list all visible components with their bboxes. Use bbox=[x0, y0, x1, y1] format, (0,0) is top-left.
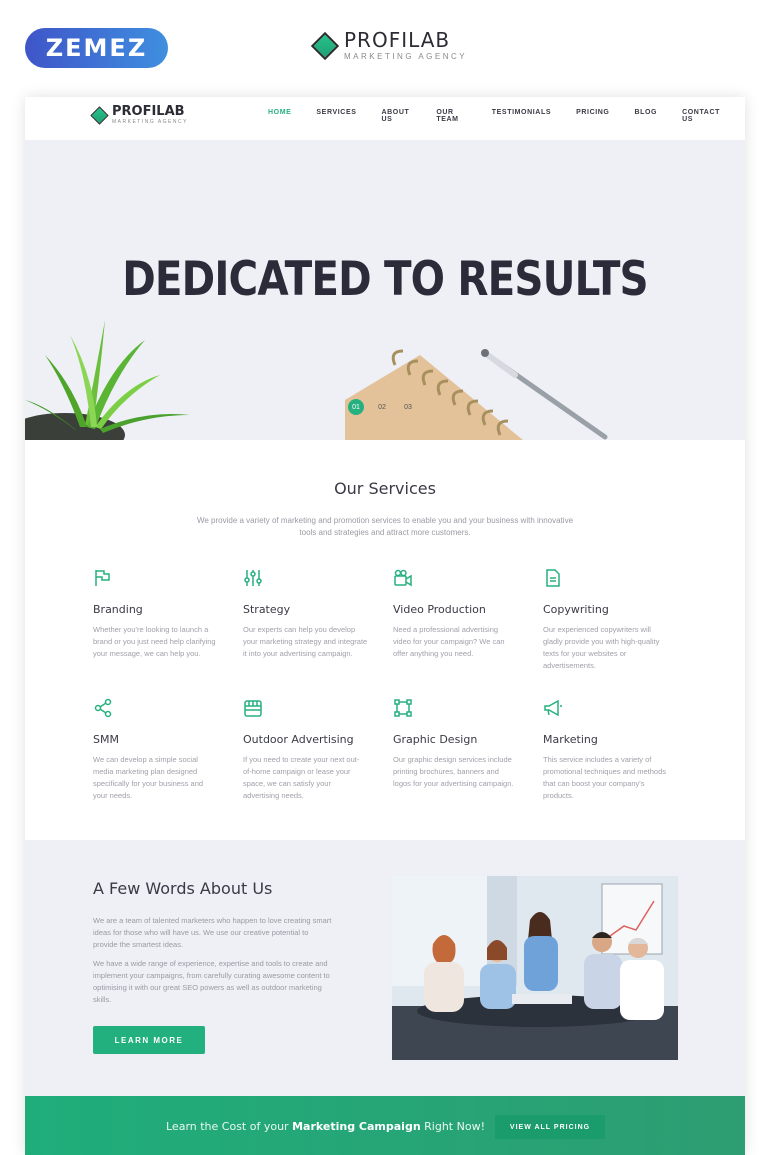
service-title: Video Production bbox=[393, 603, 486, 616]
service-title: Branding bbox=[93, 603, 143, 616]
service-video-production[interactable]: Video Production Need a professional adv… bbox=[393, 568, 518, 660]
nav-item-our-team[interactable]: OUR TEAM bbox=[436, 109, 466, 123]
pricing-cta-banner: Learn the Cost of your Marketing Campaig… bbox=[25, 1096, 745, 1155]
service-text: Our graphic design services include prin… bbox=[393, 755, 514, 788]
slide-dot-01[interactable]: 01 bbox=[348, 399, 364, 415]
video-camera-icon bbox=[394, 569, 412, 587]
site-logo-tagline: MARKETING AGENCY bbox=[112, 119, 188, 125]
nav-item-testimonials[interactable]: TESTIMONIALS bbox=[492, 109, 551, 123]
about-title: A Few Words About Us bbox=[93, 879, 273, 898]
nav-item-services[interactable]: SERVICES bbox=[316, 109, 356, 123]
diamond-logo-icon bbox=[310, 31, 340, 60]
site-logo-name: PROFILAB bbox=[112, 104, 185, 119]
service-outdoor-advertising[interactable]: Outdoor Advertising If you need to creat… bbox=[243, 698, 368, 802]
services-intro: We provide a variety of marketing and pr… bbox=[196, 516, 574, 537]
slide-dot-03[interactable]: 03 bbox=[400, 399, 416, 415]
service-title: Outdoor Advertising bbox=[243, 733, 354, 746]
service-title: SMM bbox=[93, 733, 119, 746]
plant-image bbox=[25, 320, 190, 440]
service-title: Graphic Design bbox=[393, 733, 478, 746]
service-text: Need a professional advertising video fo… bbox=[393, 625, 505, 658]
service-smm[interactable]: SMM We can develop a simple social media… bbox=[93, 698, 218, 802]
service-branding[interactable]: Branding Whether you're looking to launc… bbox=[93, 568, 218, 660]
service-strategy[interactable]: Strategy Our experts can help you develo… bbox=[243, 568, 368, 660]
profilab-brand: PROFILAB MARKETING AGENCY bbox=[310, 28, 468, 61]
service-text: Our experts can help you develop your ma… bbox=[243, 625, 368, 658]
cta-text-bold: Marketing Campaign bbox=[292, 1120, 421, 1133]
view-all-pricing-button[interactable]: VIEW ALL PRICING bbox=[495, 1115, 605, 1139]
nav-item-about-us[interactable]: ABOUT US bbox=[381, 109, 411, 123]
service-text: Whether you're looking to launch a brand… bbox=[93, 625, 216, 658]
share-icon bbox=[94, 698, 112, 718]
slider-pagination: 01 02 03 bbox=[348, 399, 426, 415]
flag-icon bbox=[95, 570, 110, 586]
about-section: A Few Words About Us We are a team of ta… bbox=[25, 840, 745, 1096]
document-icon bbox=[546, 569, 560, 587]
sliders-icon bbox=[244, 570, 262, 586]
nav-item-pricing[interactable]: PRICING bbox=[576, 109, 609, 123]
service-text: If you need to create your next out-of-h… bbox=[243, 755, 360, 800]
services-title: Our Services bbox=[334, 479, 436, 498]
service-title: Marketing bbox=[543, 733, 598, 746]
vector-square-icon bbox=[394, 699, 412, 717]
megaphone-icon bbox=[544, 699, 562, 717]
zemez-logo[interactable]: ZEMEZ bbox=[25, 28, 168, 68]
learn-more-button[interactable]: LEARN MORE bbox=[93, 1026, 205, 1054]
storefront-icon bbox=[244, 700, 262, 717]
service-text: This service includes a variety of promo… bbox=[543, 755, 666, 800]
about-paragraph-1: We are a team of talented marketers who … bbox=[93, 916, 332, 949]
service-marketing[interactable]: Marketing This service includes a variet… bbox=[543, 698, 668, 802]
service-text: We can develop a simple social media mar… bbox=[93, 755, 204, 800]
hero-slider: DEDICATED TO RESULTS 01 02 03 bbox=[25, 140, 745, 440]
pen-image bbox=[481, 349, 608, 440]
team-meeting-photo bbox=[392, 876, 678, 1060]
nav-item-blog[interactable]: BLOG bbox=[634, 109, 657, 123]
nav-item-contact-us[interactable]: CONTACT US bbox=[682, 109, 720, 123]
service-title: Strategy bbox=[243, 603, 291, 616]
service-graphic-design[interactable]: Graphic Design Our graphic design servic… bbox=[393, 698, 518, 790]
nav-menu: HOME SERVICES ABOUT US OUR TEAM TESTIMON… bbox=[268, 109, 745, 123]
cta-text-before: Learn the Cost of your bbox=[166, 1120, 293, 1133]
slide-dot-02[interactable]: 02 bbox=[374, 399, 390, 415]
cta-text: Learn the Cost of your Marketing Campaig… bbox=[166, 1120, 485, 1133]
site-preview: PROFILAB MARKETING AGENCY HOME SERVICES … bbox=[25, 97, 745, 1155]
hero-heading: DEDICATED TO RESULTS bbox=[122, 252, 648, 307]
nav-item-home[interactable]: HOME bbox=[268, 109, 291, 123]
service-copywriting[interactable]: Copywriting Our experienced copywriters … bbox=[543, 568, 668, 672]
cta-text-after: Right Now! bbox=[420, 1120, 485, 1133]
services-section: Our Services We provide a variety of mar… bbox=[25, 440, 745, 840]
about-paragraph-2: We have a wide range of experience, expe… bbox=[93, 959, 330, 1004]
service-text: Our experienced copywriters will gladly … bbox=[543, 625, 660, 670]
service-title: Copywriting bbox=[543, 603, 609, 616]
brand-name: PROFILAB bbox=[344, 28, 451, 52]
brand-tagline: MARKETING AGENCY bbox=[344, 52, 468, 61]
diamond-logo-icon bbox=[90, 105, 109, 125]
site-logo[interactable]: PROFILAB MARKETING AGENCY bbox=[90, 104, 188, 125]
preview-header: ZEMEZ PROFILAB MARKETING AGENCY bbox=[0, 0, 770, 95]
main-nav: PROFILAB MARKETING AGENCY HOME SERVICES … bbox=[25, 97, 745, 140]
